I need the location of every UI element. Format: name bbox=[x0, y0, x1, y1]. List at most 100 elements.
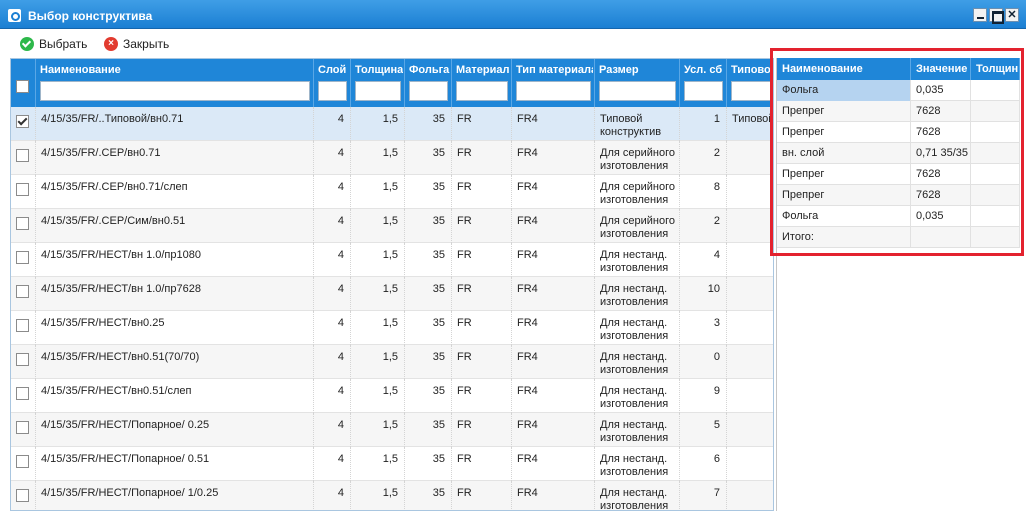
filter-input-material_type[interactable] bbox=[516, 81, 591, 101]
cell-text: 4 bbox=[337, 453, 344, 465]
column-header-label: Толщина bbox=[355, 64, 403, 76]
column-header-foil: Фольга bbox=[405, 59, 452, 107]
cell-foil: 35 bbox=[405, 243, 452, 277]
filter-input-thickness[interactable] bbox=[355, 81, 401, 101]
cell-material_type: FR4 bbox=[512, 379, 595, 413]
select-button[interactable]: Выбрать bbox=[20, 36, 87, 52]
cell-text: 4 bbox=[337, 147, 344, 159]
cell-name: 4/15/35/FR/НЕСТ/Попарное/ 0.25 bbox=[36, 413, 314, 447]
close-button[interactable]: × Закрыть bbox=[104, 36, 169, 52]
row-checkbox[interactable] bbox=[16, 251, 29, 264]
row-checkbox[interactable] bbox=[16, 115, 29, 128]
filter-input-typical[interactable] bbox=[731, 81, 773, 101]
table-row[interactable]: 4/15/35/FR/НЕСТ/Попарное/ 1/0.25 4 1,5 35 FR… bbox=[11, 481, 773, 510]
cell-typical bbox=[727, 345, 773, 379]
row-checkbox[interactable] bbox=[16, 217, 29, 230]
cell-material: FR bbox=[452, 175, 512, 209]
cell-select bbox=[11, 413, 36, 447]
cell-text: Для нестанд. изготовления bbox=[600, 419, 668, 445]
table-row[interactable]: 4/15/35/FR/.СЕР/вн0.71/слеп 4 1,5 35 FR FR4 Дл… bbox=[11, 175, 773, 209]
cell-text: 4 bbox=[337, 249, 344, 261]
cell-text: Для нестанд. изготовления bbox=[600, 249, 668, 275]
table-row[interactable]: 4/15/35/FR/НЕСТ/вн0.51/слеп 4 1,5 35 FR FR4 Дл… bbox=[11, 379, 773, 413]
cell-typical bbox=[727, 311, 773, 345]
row-checkbox[interactable] bbox=[16, 285, 29, 298]
size-line-2: изготовления bbox=[600, 194, 669, 206]
cell-thickness: 1,5 bbox=[351, 413, 405, 447]
filter-input-material[interactable] bbox=[456, 81, 508, 101]
filter-input-foil[interactable] bbox=[409, 81, 448, 101]
row-checkbox[interactable] bbox=[16, 455, 29, 468]
cell-text: FR4 bbox=[517, 249, 538, 261]
cell-text: 35 bbox=[432, 147, 445, 159]
cell-cond: 3 bbox=[680, 311, 727, 345]
cell-typical bbox=[727, 413, 773, 447]
cell-material_type: FR4 bbox=[512, 141, 595, 175]
cell-text: 4 bbox=[337, 113, 344, 125]
grid-header: Наименование Слой Толщина Фольга Материал Тип… bbox=[11, 59, 773, 107]
row-checkbox[interactable] bbox=[16, 421, 29, 434]
close-window-button[interactable]: ✕ bbox=[1005, 8, 1019, 22]
table-row[interactable]: 4/15/35/FR/.СЕР/вн0.71 4 1,5 35 FR FR4 Для сер… bbox=[11, 141, 773, 175]
cell-select bbox=[11, 311, 36, 345]
cell-text: Для серийного изготовления bbox=[600, 147, 675, 173]
cell-text: 8 bbox=[713, 181, 720, 193]
cell-text: FR4 bbox=[517, 215, 538, 227]
table-row[interactable]: 4/15/35/FR/.СЕР/Сим/вн0.51 4 1,5 35 FR FR4 Для… bbox=[11, 209, 773, 243]
cell-text: 4/15/35/FR/НЕСТ/Попарное/ 0.25 bbox=[41, 419, 210, 431]
cell-foil: 35 bbox=[405, 107, 452, 141]
cell-thickness: 1,5 bbox=[351, 379, 405, 413]
cell-select bbox=[11, 447, 36, 481]
row-checkbox[interactable] bbox=[16, 353, 29, 366]
row-checkbox[interactable] bbox=[16, 387, 29, 400]
cell-text: Типовой конструктив bbox=[600, 113, 661, 139]
cell-text: 35 bbox=[432, 453, 445, 465]
cell-material: FR bbox=[452, 277, 512, 311]
filter-input-cond[interactable] bbox=[684, 81, 723, 101]
cell-size: Для нестанд. изготовления bbox=[595, 481, 680, 510]
column-header-label: Размер bbox=[599, 64, 639, 76]
cell-text: Для нестанд. изготовления bbox=[600, 385, 668, 411]
filter-input-size[interactable] bbox=[599, 81, 676, 101]
cell-size: Для нестанд. изготовления bbox=[595, 447, 680, 481]
cell-text: 9 bbox=[713, 385, 720, 397]
row-checkbox[interactable] bbox=[16, 149, 29, 162]
cell-material_type: FR4 bbox=[512, 413, 595, 447]
cell-select bbox=[11, 345, 36, 379]
cell-text: FR4 bbox=[517, 113, 538, 125]
row-checkbox[interactable] bbox=[16, 183, 29, 196]
cell-size: Для серийного изготовления bbox=[595, 209, 680, 243]
row-checkbox[interactable] bbox=[16, 319, 29, 332]
column-header-label: Слой bbox=[318, 64, 347, 76]
filter-input-layers[interactable] bbox=[318, 81, 347, 101]
table-row[interactable]: 4/15/35/FR/НЕСТ/Попарное/ 0.51 4 1,5 35 FR FR… bbox=[11, 447, 773, 481]
column-header-material_type: Тип материала bbox=[512, 59, 595, 107]
size-line-1: Для серийного bbox=[600, 181, 675, 193]
cell-cond: 7 bbox=[680, 481, 727, 510]
cell-typical bbox=[727, 209, 773, 243]
check-circle-icon bbox=[20, 37, 34, 51]
cell-size: Для нестанд. изготовления bbox=[595, 311, 680, 345]
table-row[interactable]: 4/15/35/FR/НЕСТ/вн 1.0/пр7628 4 1,5 35 FR FR4… bbox=[11, 277, 773, 311]
table-row[interactable]: 4/15/35/FR/НЕСТ/вн0.25 4 1,5 35 FR FR4 Для нес… bbox=[11, 311, 773, 345]
table-row[interactable]: 4/15/35/FR/НЕСТ/вн 1.0/пр1080 4 1,5 35 FR FR4… bbox=[11, 243, 773, 277]
cell-layers: 4 bbox=[314, 175, 351, 209]
cell-text: FR4 bbox=[517, 147, 538, 159]
row-checkbox[interactable] bbox=[16, 489, 29, 502]
table-row[interactable]: 4/15/35/FR/НЕСТ/вн0.51(70/70) 4 1,5 35 FR FR4… bbox=[11, 345, 773, 379]
size-line-1: Для нестанд. bbox=[600, 385, 668, 397]
table-row[interactable]: 4/15/35/FR/..Типовой/вн0.71 4 1,5 35 FR FR4 Ти… bbox=[11, 107, 773, 141]
cell-typical bbox=[727, 141, 773, 175]
cell-thickness: 1,5 bbox=[351, 141, 405, 175]
table-row[interactable]: 4/15/35/FR/НЕСТ/Попарное/ 0.25 4 1,5 35 FR FR… bbox=[11, 413, 773, 447]
select-all-checkbox[interactable] bbox=[16, 80, 29, 93]
cell-text: FR bbox=[457, 351, 472, 363]
cell-text: FR bbox=[457, 385, 472, 397]
filter-input-name[interactable] bbox=[40, 81, 310, 101]
minimize-button[interactable] bbox=[973, 8, 987, 22]
cell-text: 10 bbox=[707, 283, 720, 295]
cell-typical bbox=[727, 379, 773, 413]
cell-text: 35 bbox=[432, 113, 445, 125]
cell-text: 1,5 bbox=[382, 351, 398, 363]
maximize-button[interactable] bbox=[989, 8, 1004, 24]
